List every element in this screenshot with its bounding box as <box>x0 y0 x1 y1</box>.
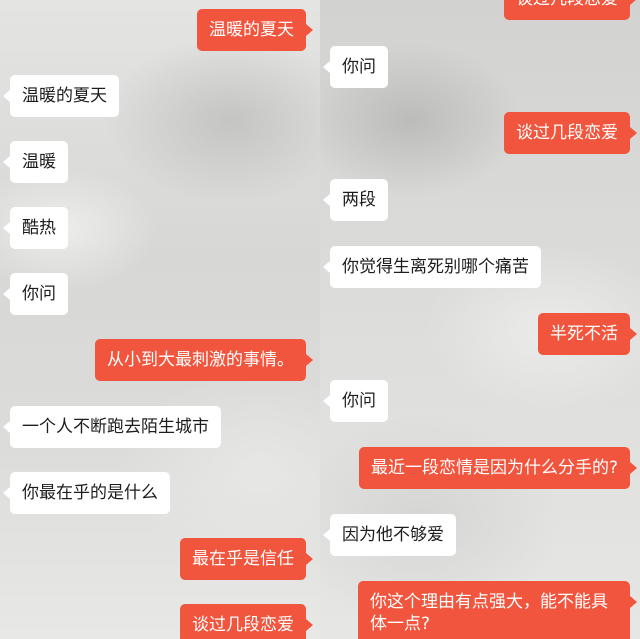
message-bubble-incoming[interactable]: 你觉得生离死别哪个痛苦 <box>323 246 541 288</box>
message-text: 温暖的夏天 <box>209 20 294 40</box>
message-text: 你问 <box>342 391 376 411</box>
message-text: 酷热 <box>22 218 56 238</box>
message-bubble-outgoing[interactable]: 温暖的夏天 <box>197 9 313 51</box>
chat-panel-left: 温暖的夏天 温暖的夏天 温暖 酷热 你问 从小到大最刺激的事情。 一个人不断跑去… <box>0 0 320 639</box>
message-text: 从小到大最刺激的事情。 <box>107 350 294 370</box>
message-bubble-outgoing[interactable]: 谈过几段恋爱 <box>504 0 637 20</box>
message-text: 两段 <box>342 190 376 210</box>
message-bubble-outgoing[interactable]: 最在乎是信任 <box>180 538 313 580</box>
message-bubble-incoming[interactable]: 因为他不够爱 <box>323 514 456 556</box>
message-bubble-incoming[interactable]: 你问 <box>323 380 388 422</box>
message-bubble-incoming[interactable]: 你最在乎的是什么 <box>3 472 170 514</box>
message-text: 温暖 <box>22 152 56 172</box>
message-bubble-outgoing[interactable]: 半死不活 <box>538 313 637 355</box>
message-text: 谈过几段恋爱 <box>516 0 618 9</box>
message-text: 最近一段恋情是因为什么分手的? <box>370 458 618 478</box>
message-bubble-outgoing[interactable]: 谈过几段恋爱 <box>504 112 637 154</box>
message-bubble-incoming[interactable]: 温暖的夏天 <box>3 75 119 117</box>
message-text: 你问 <box>342 57 376 77</box>
message-text: 你觉得生离死别哪个痛苦 <box>342 257 529 277</box>
chat-panel-right: 谈过几段恋爱 你问 谈过几段恋爱 两段 你觉得生离死别哪个痛苦 半死不活 你问 … <box>320 0 640 639</box>
message-bubble-incoming[interactable]: 温暖 <box>3 141 68 183</box>
message-bubble-incoming[interactable]: 两段 <box>323 179 388 221</box>
message-text: 你这个理由有点强大，能不能具体一点? <box>370 592 608 634</box>
message-text: 谈过几段恋爱 <box>192 615 294 635</box>
message-text: 你问 <box>22 284 56 304</box>
message-text: 谈过几段恋爱 <box>516 123 618 143</box>
message-bubble-incoming[interactable]: 你问 <box>323 46 388 88</box>
message-bubble-outgoing[interactable]: 谈过几段恋爱 <box>180 604 313 639</box>
message-text: 因为他不够爱 <box>342 525 444 545</box>
message-bubble-incoming[interactable]: 一个人不断跑去陌生城市 <box>3 406 221 448</box>
message-text: 你最在乎的是什么 <box>22 483 158 503</box>
message-text: 一个人不断跑去陌生城市 <box>22 417 209 437</box>
message-bubble-incoming[interactable]: 你问 <box>3 273 68 315</box>
message-bubble-incoming[interactable]: 酷热 <box>3 207 68 249</box>
message-text: 温暖的夏天 <box>22 86 107 106</box>
message-text: 半死不活 <box>550 324 618 344</box>
message-bubble-outgoing[interactable]: 最近一段恋情是因为什么分手的? <box>358 447 638 489</box>
message-bubble-outgoing[interactable]: 从小到大最刺激的事情。 <box>95 339 313 381</box>
message-text: 最在乎是信任 <box>192 549 294 569</box>
message-bubble-outgoing[interactable]: 你这个理由有点强大，能不能具体一点? <box>358 581 637 639</box>
